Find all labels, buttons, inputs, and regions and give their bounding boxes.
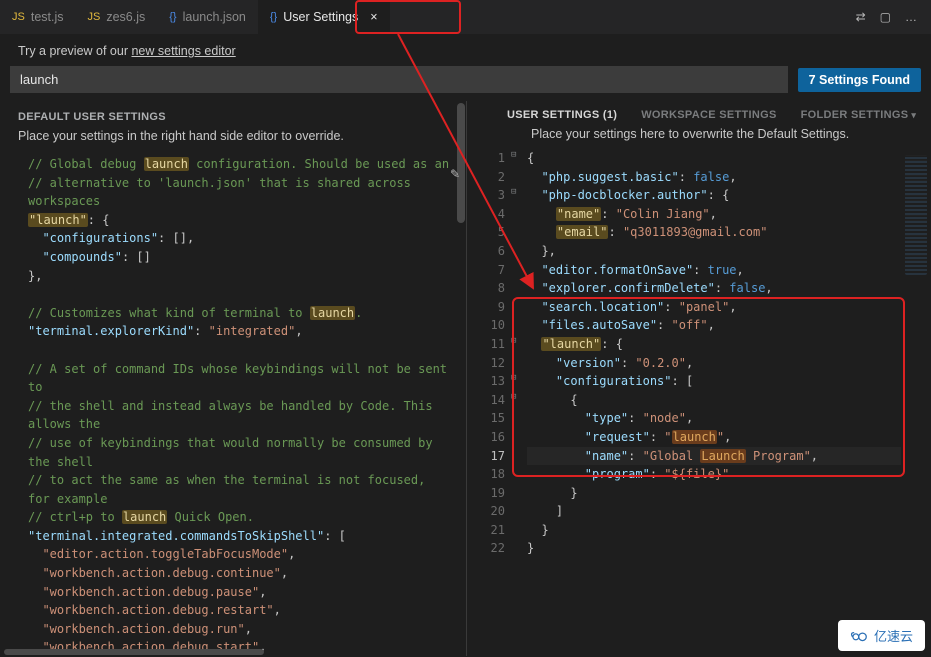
user-settings-editor[interactable]: ✎ 12345678910111213141516171819202122 ⊟⊟… <box>467 149 931 652</box>
scrollbar-horizontal[interactable] <box>0 648 466 656</box>
user-settings-pane: USER SETTINGS (1) WORKSPACE SETTINGS FOL… <box>466 101 931 656</box>
tab-label: test.js <box>31 10 64 24</box>
json-icon: {} <box>270 11 277 23</box>
more-icon[interactable]: … <box>905 10 917 24</box>
settings-scope-tabs: USER SETTINGS (1) WORKSPACE SETTINGS FOL… <box>467 101 931 127</box>
tab-bar: JS test.js JS zes6.js {} launch.json {} … <box>0 0 931 34</box>
default-settings-title: DEFAULT USER SETTINGS <box>0 111 466 129</box>
scrollbar-vertical[interactable] <box>456 101 466 656</box>
tab-label: launch.json <box>183 10 246 24</box>
watermark-badge: 亿速云 <box>838 620 925 651</box>
tab-folder-settings-scope[interactable]: FOLDER SETTINGS▾ <box>801 109 917 121</box>
close-icon[interactable]: × <box>370 10 377 24</box>
tab-workspace-settings-scope[interactable]: WORKSPACE SETTINGS <box>641 109 776 121</box>
tab-label: User Settings <box>283 10 358 24</box>
results-count-badge: 7 Settings Found <box>798 68 921 92</box>
split-editor-icon[interactable]: ▢ <box>880 10 891 24</box>
js-icon: JS <box>88 11 101 23</box>
preview-prefix: Try a preview of our <box>18 44 131 58</box>
preview-banner: Try a preview of our new settings editor <box>0 34 931 66</box>
pencil-icon[interactable]: ✎ <box>450 167 466 183</box>
tab-launchjson[interactable]: {} launch.json <box>157 0 258 34</box>
open-diff-icon[interactable]: ⇄ <box>856 10 866 24</box>
tab-user-settings[interactable]: {} User Settings × <box>258 0 390 34</box>
settings-search-input[interactable] <box>10 66 788 93</box>
minimap[interactable] <box>905 155 927 275</box>
settings-search-row: 7 Settings Found <box>0 66 931 101</box>
user-settings-subtitle: Place your settings here to overwrite th… <box>467 127 931 149</box>
chevron-down-icon: ▾ <box>911 110 916 120</box>
fold-gutter[interactable]: ⊟⊟⊟⊟⊟ <box>511 149 525 558</box>
tab-testjs[interactable]: JS test.js <box>0 0 76 34</box>
default-settings-pane: DEFAULT USER SETTINGS Place your setting… <box>0 101 466 656</box>
tab-zes6js[interactable]: JS zes6.js <box>76 0 158 34</box>
settings-panes: DEFAULT USER SETTINGS Place your setting… <box>0 101 931 656</box>
js-icon: JS <box>12 11 25 23</box>
editor-actions: ⇄ ▢ … <box>842 10 931 24</box>
json-icon: {} <box>169 11 176 23</box>
default-settings-subtitle: Place your settings in the right hand si… <box>0 129 466 155</box>
new-settings-link[interactable]: new settings editor <box>131 44 235 58</box>
tab-label: zes6.js <box>106 10 145 24</box>
code-body[interactable]: { "php.suggest.basic": false, "php-docbl… <box>527 149 901 558</box>
tab-user-settings-scope[interactable]: USER SETTINGS (1) <box>507 109 617 121</box>
line-gutter: 12345678910111213141516171819202122 <box>467 149 511 558</box>
default-settings-editor[interactable]: // Global debug launch configuration. Sh… <box>0 155 466 656</box>
